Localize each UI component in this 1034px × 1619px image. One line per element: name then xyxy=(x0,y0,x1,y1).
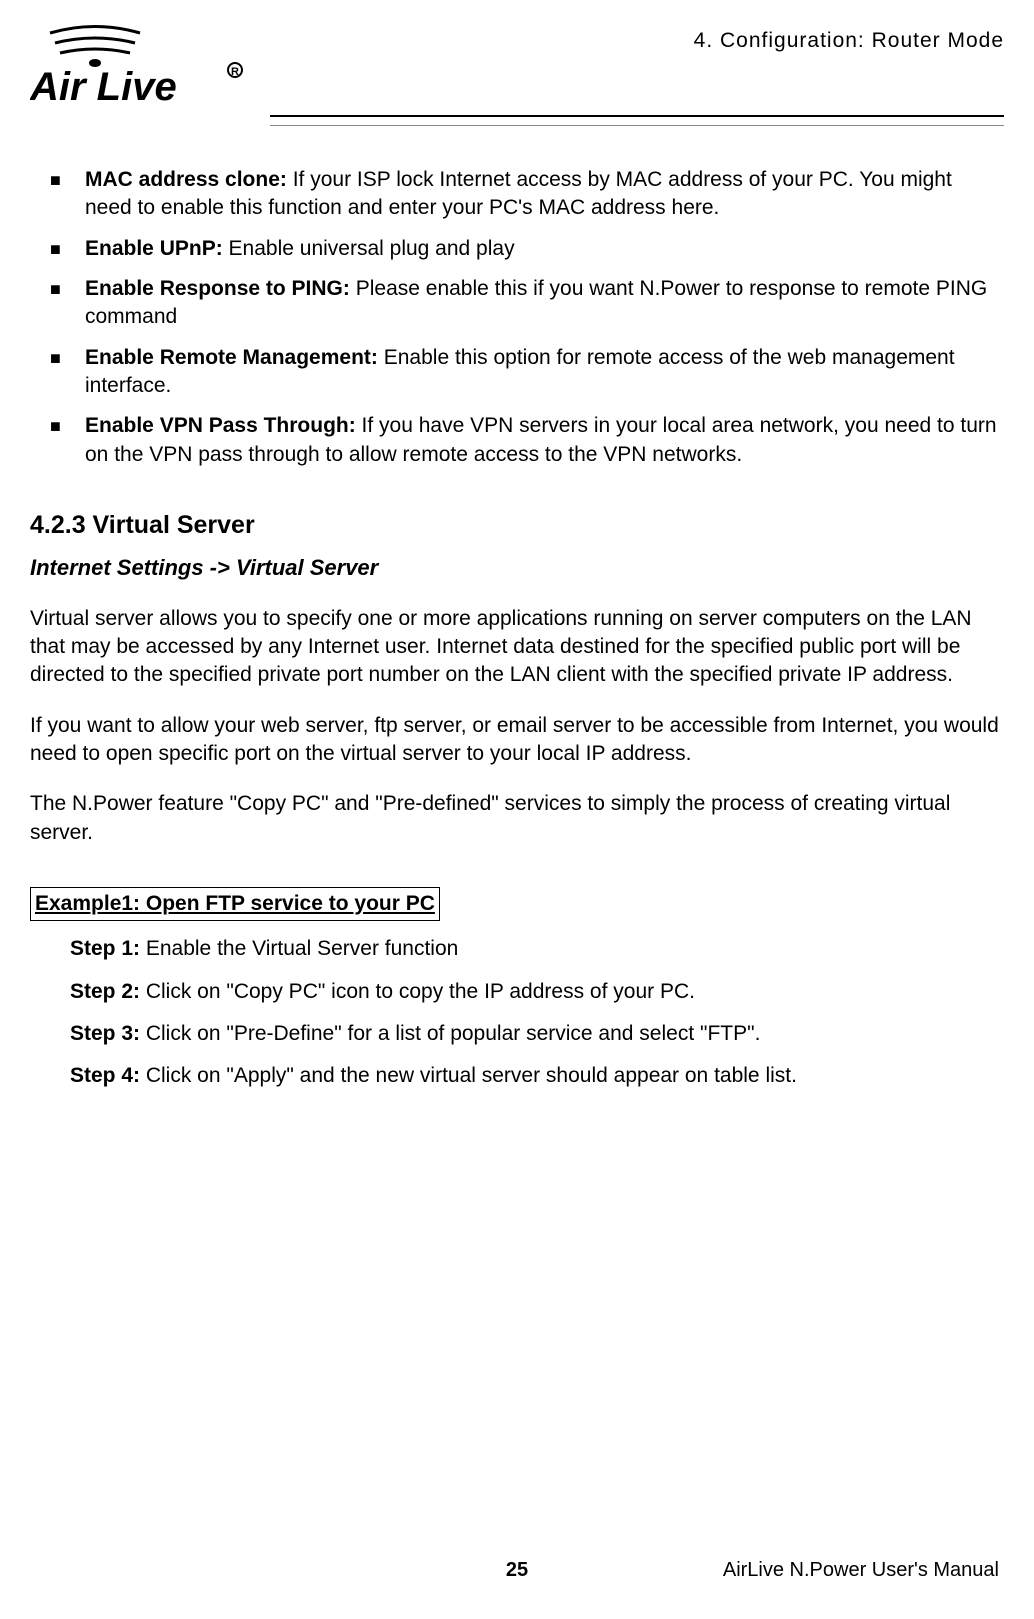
header-subdivider xyxy=(270,125,1004,126)
page-number: 25 xyxy=(506,1557,528,1584)
manual-title: AirLive N.Power User's Manual xyxy=(723,1557,999,1584)
step-label: Step 3: xyxy=(70,1022,140,1045)
breadcrumb: Internet Settings -> Virtual Server xyxy=(30,553,1004,583)
section-heading: 4.2.3 Virtual Server xyxy=(30,509,1004,543)
step-item: Step 3: Click on "Pre-Define" for a list… xyxy=(70,1020,1004,1048)
svg-text:Air Live: Air Live xyxy=(30,65,177,109)
step-item: Step 4: Click on "Apply" and the new vir… xyxy=(70,1062,1004,1090)
page-footer: 25 AirLive N.Power User's Manual xyxy=(30,1557,1004,1589)
page-content: MAC address clone: If your ISP lock Inte… xyxy=(30,166,1004,1557)
step-item: Step 1: Enable the Virtual Server functi… xyxy=(70,935,1004,963)
item-label: Enable Remote Management: xyxy=(85,346,378,369)
list-item: Enable UPnP: Enable universal plug and p… xyxy=(30,235,1004,263)
paragraph: Virtual server allows you to specify one… xyxy=(30,605,1004,690)
header-divider xyxy=(270,115,1004,117)
step-label: Step 2: xyxy=(70,980,140,1003)
page-header: Air Live R 4. Configuration: Router Mode xyxy=(30,25,1004,110)
list-item: MAC address clone: If your ISP lock Inte… xyxy=(30,166,1004,223)
list-item: Enable VPN Pass Through: If you have VPN… xyxy=(30,412,1004,469)
list-item: Enable Response to PING: Please enable t… xyxy=(30,275,1004,332)
step-label: Step 1: xyxy=(70,937,140,960)
step-label: Step 4: xyxy=(70,1064,140,1087)
step-text: Click on "Apply" and the new virtual ser… xyxy=(140,1064,797,1087)
paragraph: If you want to allow your web server, ft… xyxy=(30,712,1004,769)
paragraph: The N.Power feature "Copy PC" and "Pre-d… xyxy=(30,790,1004,847)
item-label: MAC address clone: xyxy=(85,168,287,191)
step-text: Enable the Virtual Server function xyxy=(140,937,458,960)
step-text: Click on "Pre-Define" for a list of popu… xyxy=(140,1022,760,1045)
item-text: Enable universal plug and play xyxy=(223,237,515,260)
airlive-logo: Air Live R xyxy=(30,25,260,110)
step-item: Step 2: Click on "Copy PC" icon to copy … xyxy=(70,978,1004,1006)
item-label: Enable UPnP: xyxy=(85,237,223,260)
chapter-title: 4. Configuration: Router Mode xyxy=(694,27,1004,55)
list-item: Enable Remote Management: Enable this op… xyxy=(30,344,1004,401)
example-title: Example1: Open FTP service to your PC xyxy=(30,887,440,921)
step-text: Click on "Copy PC" icon to copy the IP a… xyxy=(140,980,695,1003)
svg-text:R: R xyxy=(231,66,239,78)
steps-list: Step 1: Enable the Virtual Server functi… xyxy=(30,935,1004,1090)
item-label: Enable Response to PING: xyxy=(85,277,350,300)
item-label: Enable VPN Pass Through: xyxy=(85,414,356,437)
feature-list: MAC address clone: If your ISP lock Inte… xyxy=(30,166,1004,469)
